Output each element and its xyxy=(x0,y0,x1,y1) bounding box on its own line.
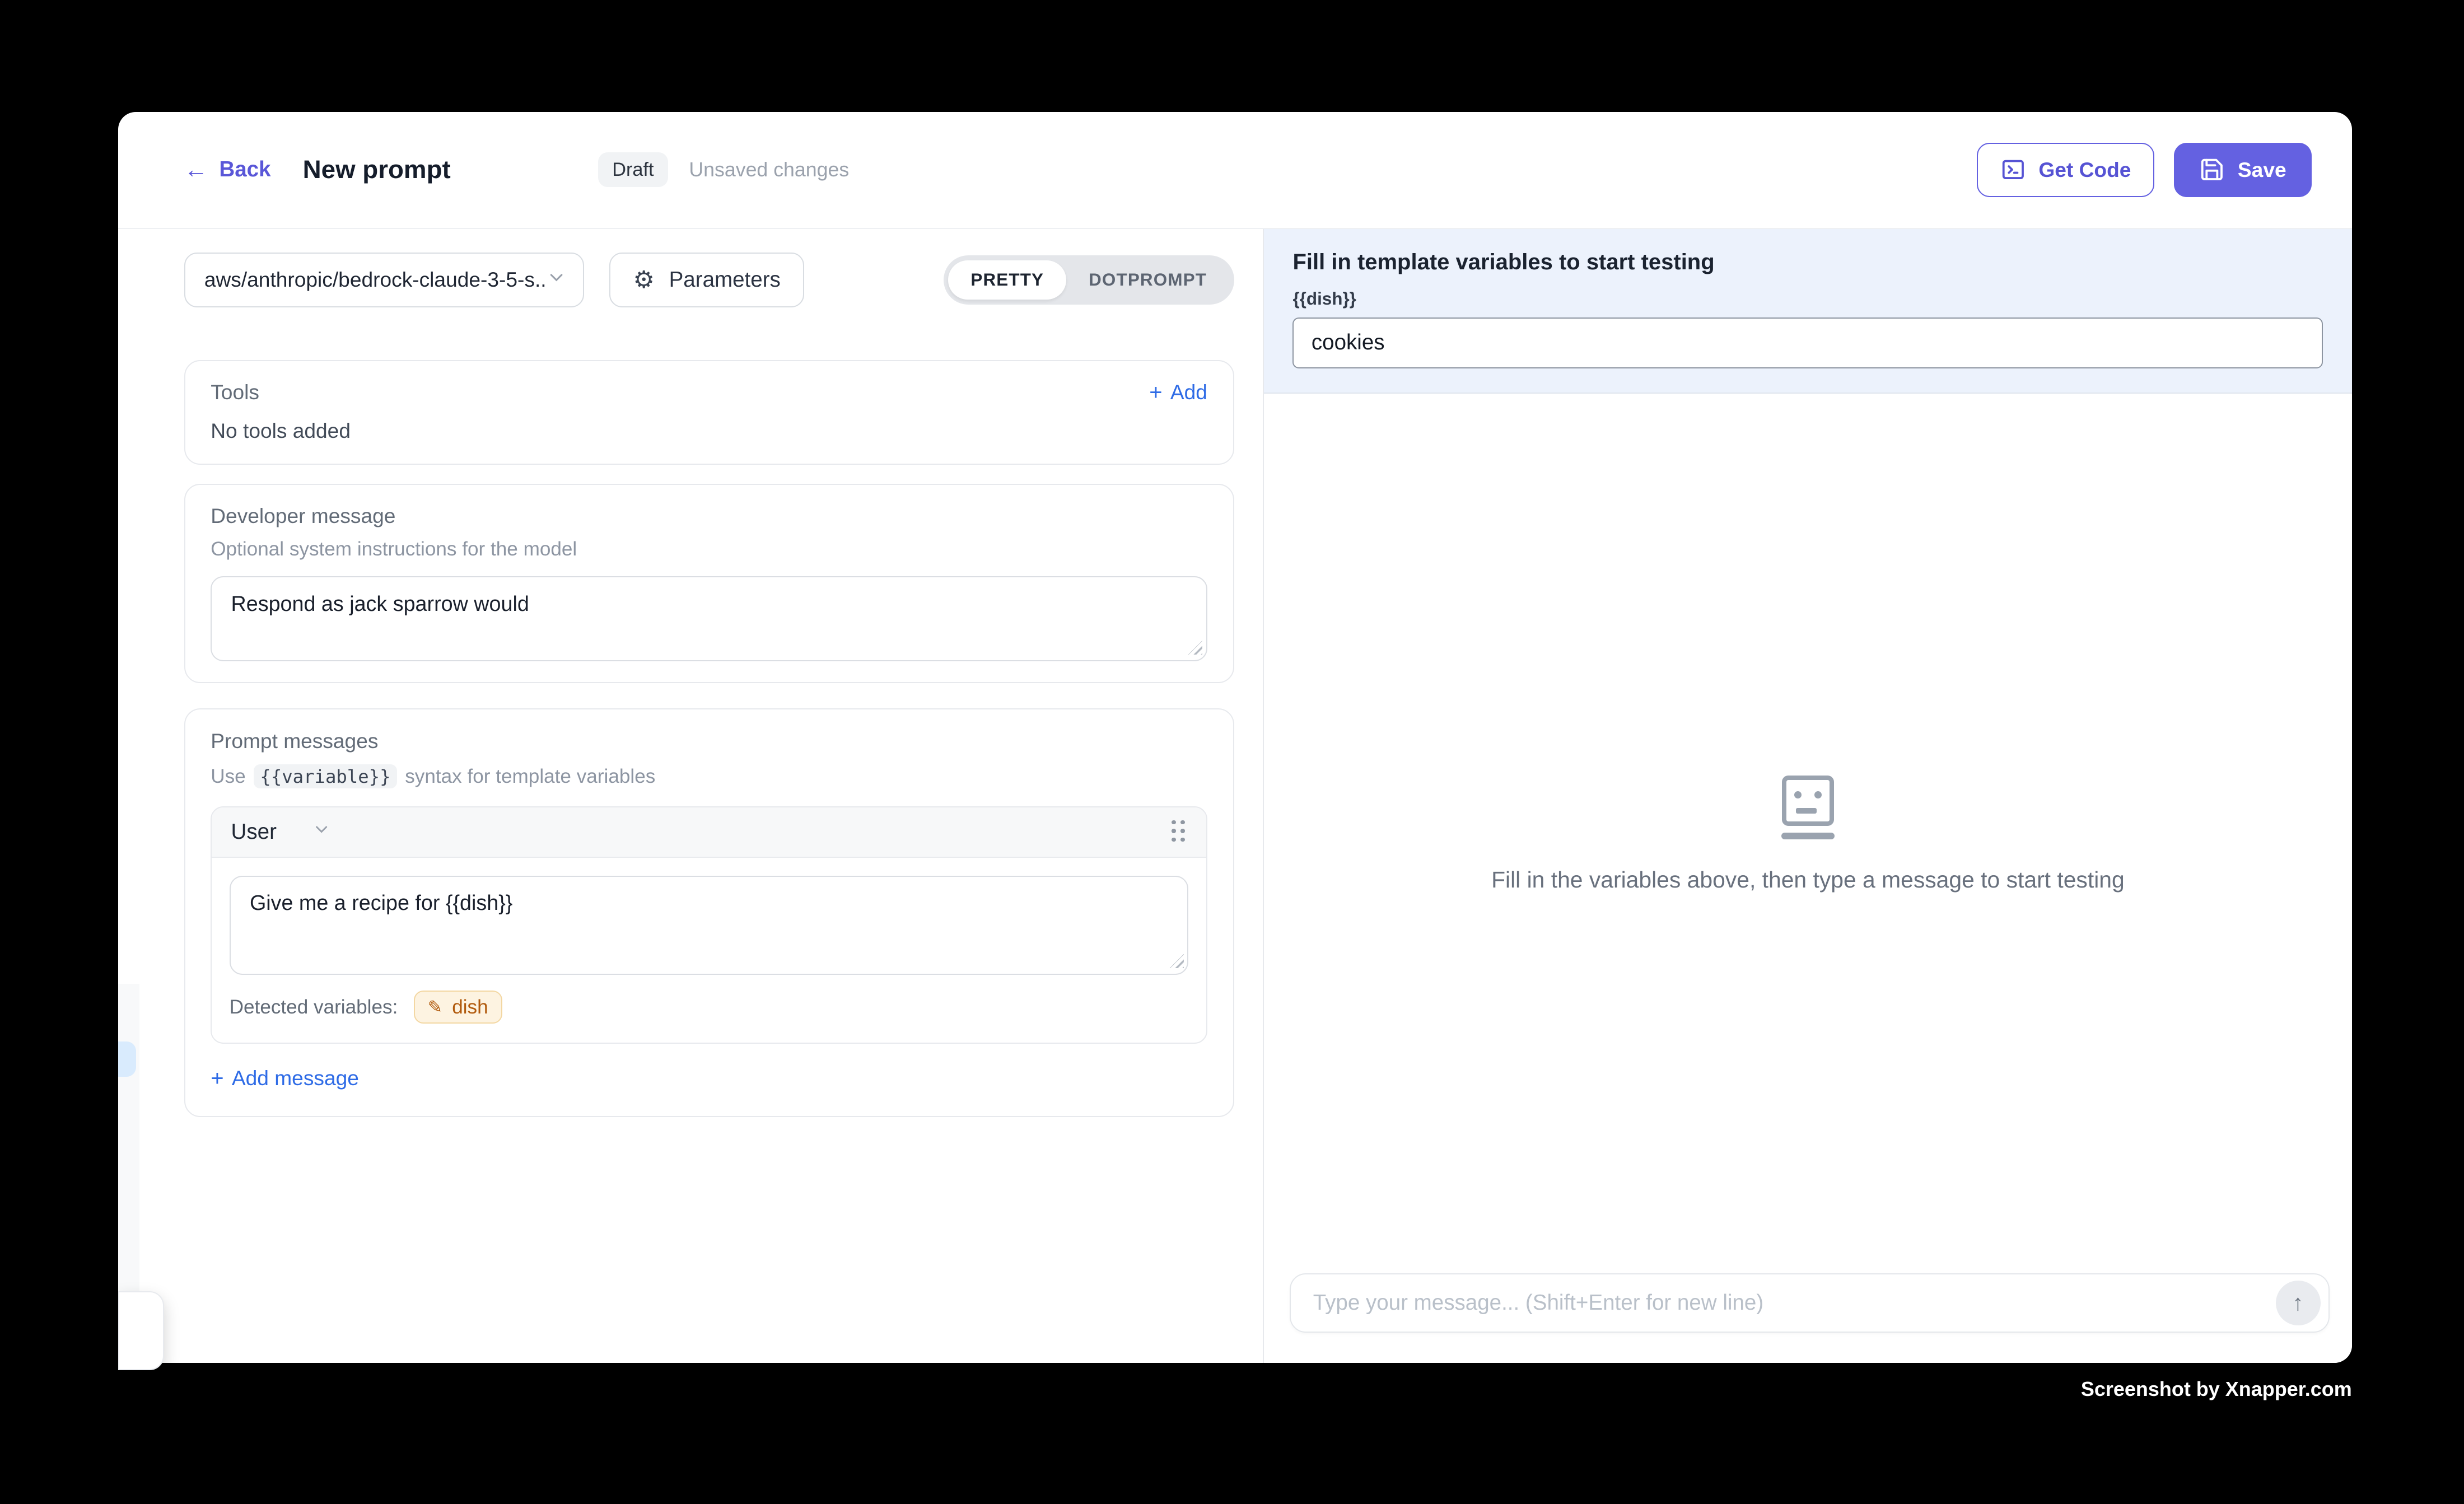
tools-card: Tools + Add No tools added xyxy=(184,360,1234,465)
watermark-text: Screenshot by Xnapper.com xyxy=(2081,1377,2352,1401)
variables-panel-title: Fill in template variables to start test… xyxy=(1292,250,2323,275)
chat-input-row: ↑ xyxy=(1290,1273,2330,1333)
add-message-button[interactable]: + Add message xyxy=(211,1066,1207,1090)
send-arrow-icon: ↑ xyxy=(2293,1291,2304,1316)
variable-syntax-hint: Use {{variable}} syntax for template var… xyxy=(211,764,1207,789)
toggle-pretty[interactable]: PRETTY xyxy=(948,260,1066,300)
model-selector-value: aws/anthropic/bedrock-claude-3-5-s... xyxy=(204,268,546,292)
get-code-button[interactable]: Get Code xyxy=(1977,143,2155,197)
chevron-down-icon xyxy=(546,267,567,293)
send-message-button[interactable]: ↑ xyxy=(2276,1281,2321,1325)
variable-dish-input[interactable] xyxy=(1292,317,2323,368)
add-tool-label: Add xyxy=(1170,380,1207,404)
model-selector[interactable]: aws/anthropic/bedrock-claude-3-5-s... xyxy=(184,253,584,307)
role-value: User xyxy=(231,820,277,844)
unsaved-changes-text: Unsaved changes xyxy=(689,158,849,181)
gear-icon: ⚙ xyxy=(633,268,654,292)
toggle-dotprompt[interactable]: DOTPROMPT xyxy=(1066,260,1229,300)
variable-dish-label: {{dish}} xyxy=(1292,289,2323,309)
hint-prefix: Use xyxy=(211,765,245,788)
prompt-messages-title: Prompt messages xyxy=(211,729,1207,753)
template-variables-panel: Fill in template variables to start test… xyxy=(1264,229,2352,394)
prompt-messages-card: Prompt messages Use {{variable}} syntax … xyxy=(184,708,1234,1117)
developer-message-input[interactable]: Respond as jack sparrow would xyxy=(211,576,1207,661)
chevron-down-icon xyxy=(312,820,331,844)
empty-state-text: Fill in the variables above, then type a… xyxy=(1491,867,2125,893)
save-button[interactable]: Save xyxy=(2174,143,2312,197)
parameters-button[interactable]: ⚙ Parameters xyxy=(609,253,804,307)
back-arrow-icon: ← xyxy=(184,158,208,182)
tools-title: Tools xyxy=(211,380,259,404)
robot-face-icon xyxy=(1781,776,1834,840)
drag-handle-icon[interactable] xyxy=(1172,820,1187,844)
page-title: New prompt xyxy=(303,155,451,184)
tools-empty-text: No tools added xyxy=(211,419,1207,443)
hint-suffix: syntax for template variables xyxy=(405,765,655,788)
chat-message-input[interactable] xyxy=(1310,1289,2276,1317)
background-sidebar-popover xyxy=(118,1291,164,1370)
parameters-label: Parameters xyxy=(669,268,781,292)
back-label: Back xyxy=(219,157,270,182)
message-content-input[interactable]: Give me a recipe for {{dish}} xyxy=(230,876,1189,975)
developer-message-title: Developer message xyxy=(211,504,1207,528)
variable-badge-dish[interactable]: ✎ dish xyxy=(414,991,502,1023)
back-button[interactable]: ← Back xyxy=(184,157,271,182)
plus-icon: + xyxy=(1149,381,1162,404)
variable-code-chip: {{variable}} xyxy=(254,764,397,789)
role-selector[interactable]: User xyxy=(231,820,332,844)
save-label: Save xyxy=(2238,158,2286,182)
status-badge: Draft xyxy=(598,152,669,187)
variable-badge-label: dish xyxy=(452,996,488,1019)
developer-message-card: Developer message Optional system instru… xyxy=(184,484,1234,683)
terminal-icon xyxy=(2000,157,2026,183)
message-header: User xyxy=(212,807,1206,858)
plus-icon: + xyxy=(211,1067,223,1090)
get-code-label: Get Code xyxy=(2038,158,2131,182)
chat-empty-state: Fill in the variables above, then type a… xyxy=(1264,394,2352,1363)
top-bar: ← Back New prompt Draft Unsaved changes … xyxy=(118,112,2351,229)
save-icon xyxy=(2199,157,2225,183)
prompt-tester-pane: Fill in template variables to start test… xyxy=(1264,229,2352,1363)
detected-variables-label: Detected variables: xyxy=(230,996,398,1019)
add-tool-button[interactable]: + Add xyxy=(1149,380,1207,404)
background-sidebar-sliver xyxy=(118,984,139,1292)
format-toggle: PRETTY DOTPROMPT xyxy=(944,255,1234,304)
background-sidebar-selected-item[interactable] xyxy=(118,1041,136,1077)
prompt-editor-window: ← Back New prompt Draft Unsaved changes … xyxy=(118,112,2351,1363)
developer-message-subtitle: Optional system instructions for the mod… xyxy=(211,538,1207,561)
prompt-editor-pane: aws/anthropic/bedrock-claude-3-5-s... ⚙ … xyxy=(118,229,1264,1363)
pencil-icon: ✎ xyxy=(428,998,442,1016)
add-message-label: Add message xyxy=(232,1066,359,1090)
message-block: User Give me a recipe for {{dish}} xyxy=(211,806,1207,1044)
